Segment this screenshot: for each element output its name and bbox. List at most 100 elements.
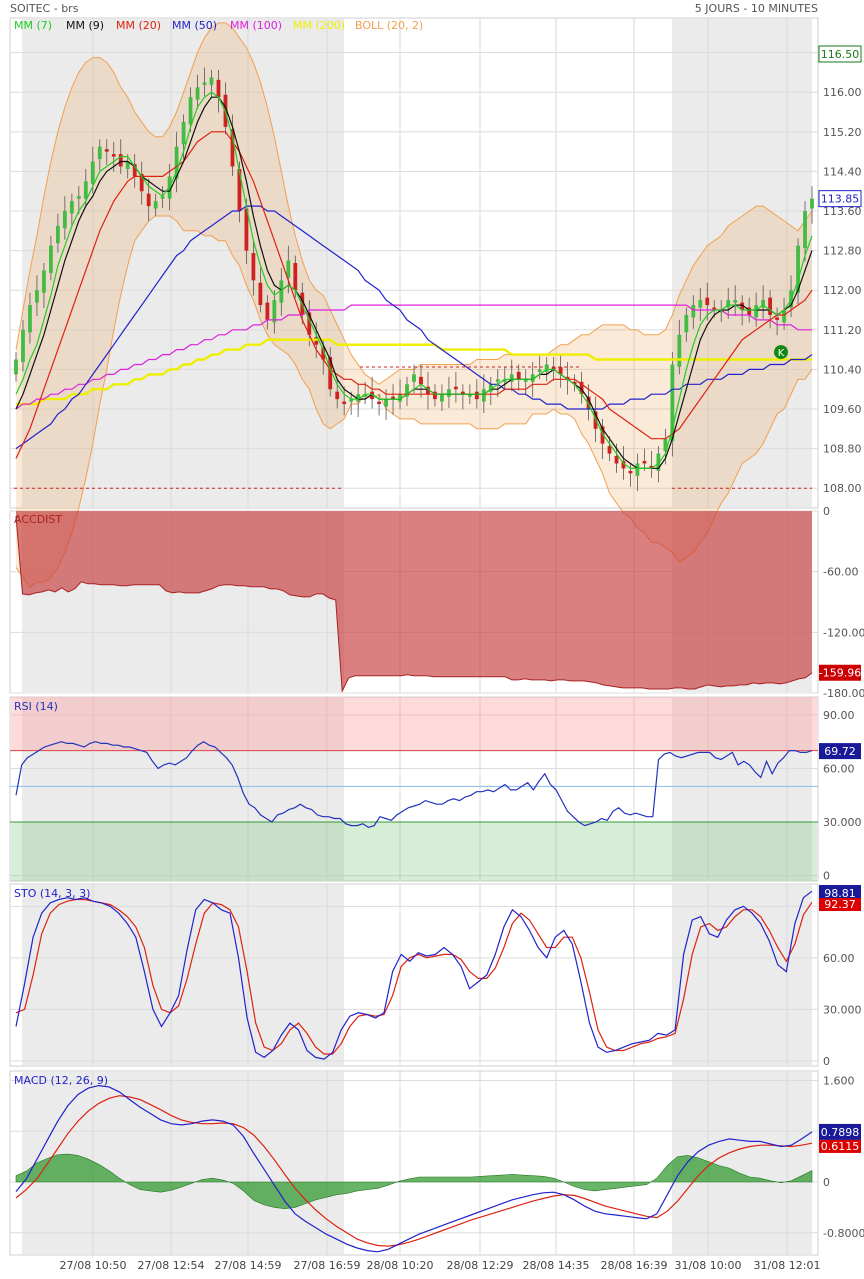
rsi-title: RSI (14) (14, 700, 58, 713)
panel-1-ytick-2: -120.00 (823, 626, 864, 639)
price-legend-2: MM (20) (116, 19, 161, 32)
candle-body-15 (118, 154, 123, 167)
macd-signal-last-label: 0.6115 (821, 1140, 860, 1153)
candle-body-9 (76, 196, 81, 199)
marker-price-label: 116.50 (821, 48, 860, 61)
candle-body-61 (440, 394, 444, 402)
x-tick-label-4: 28/08 10:20 (367, 1259, 434, 1272)
panel-4-ytick-0: 1.600 (823, 1075, 855, 1088)
candle-body-66 (474, 391, 479, 400)
macd-last-label: 0.7898 (821, 1126, 860, 1139)
panel-0-ytick-5: 112.80 (823, 245, 862, 258)
chart-root: SOITEC - brs 5 JOURS - 10 MINUTES 116.80… (0, 0, 864, 1275)
macd-title: MACD (12, 26, 9) (14, 1074, 108, 1087)
price-legend-6: BOLL (20, 2) (355, 19, 423, 32)
candle-body-99 (705, 297, 710, 306)
candle-body-3 (35, 290, 39, 303)
panel-0-ytick-1: 116.00 (823, 86, 862, 99)
sto-d-last-label: 92.37 (824, 898, 856, 911)
candle-body-97 (691, 305, 696, 318)
candle-body-24 (181, 121, 186, 145)
rsi-last-label: 69.72 (824, 745, 856, 758)
candle-body-8 (69, 201, 74, 214)
candle-body-114 (810, 198, 814, 209)
candle-body-5 (49, 245, 53, 273)
candle-body-86 (614, 456, 619, 464)
candle-body-29 (216, 79, 221, 98)
candle-body-88 (628, 470, 633, 474)
candle-body-90 (642, 460, 647, 464)
panel-3-ytick-3: 0 (823, 1055, 830, 1068)
candle-body-40 (293, 263, 298, 291)
candle-body-110 (782, 310, 786, 323)
panel-0-ytick-3: 114.40 (823, 165, 862, 178)
candle-body-57 (412, 374, 416, 382)
panel-2-ytick-3: 0 (823, 870, 830, 883)
candle-body-27 (202, 82, 207, 85)
candle-body-72 (516, 371, 521, 380)
price-legend-4: MM (100) (230, 19, 282, 32)
panel-2-ytick-0: 90.00 (823, 709, 855, 722)
candle-body-34 (251, 253, 256, 281)
x-tick-label-3: 27/08 16:59 (294, 1259, 361, 1272)
x-tick-label-5: 28/08 12:29 (447, 1259, 514, 1272)
candle-body-13 (104, 149, 109, 152)
price-legend-1: MM (9) (66, 19, 104, 32)
candle-body-95 (677, 334, 682, 367)
panel-3-ytick-2: 30.000 (823, 1003, 862, 1016)
panel-1-ytick-0: 0 (823, 505, 830, 518)
candle-body-0 (14, 359, 18, 375)
candle-body-69 (495, 379, 500, 382)
x-tick-label-8: 31/08 10:00 (675, 1259, 742, 1272)
x-tick-label-9: 31/08 12:01 (754, 1259, 821, 1272)
rsi-overbought-zone (11, 697, 817, 751)
candle-body-109 (775, 317, 779, 320)
candle-body-62 (447, 389, 451, 397)
period-label: 5 JOURS - 10 MINUTES (694, 2, 818, 15)
accdist-title: ACCDIST (14, 513, 62, 526)
candle-body-26 (195, 87, 200, 100)
x-tick-label-6: 28/08 14:35 (523, 1259, 590, 1272)
candle-body-25 (188, 97, 193, 125)
panel-1-ytick-3: -180.00 (823, 687, 864, 700)
candle-body-67 (481, 389, 486, 402)
x-tick-label-7: 28/08 16:39 (601, 1259, 668, 1272)
candle-body-46 (335, 391, 340, 400)
accdist-last-label: -159.96 (819, 667, 861, 680)
candle-body-1 (21, 329, 25, 362)
k-signal-marker-label: K (778, 348, 785, 359)
candle-body-108 (768, 297, 773, 315)
candle-body-58 (419, 376, 423, 385)
rsi-oversold-zone (11, 822, 817, 881)
chart-canvas: 116.80116.00115.20114.40113.60112.80112.… (9, 17, 864, 1272)
panel-0-ytick-2: 115.20 (823, 126, 862, 139)
candle-body-85 (607, 446, 612, 454)
candle-body-52 (377, 401, 381, 405)
panel-0-ytick-8: 110.40 (823, 363, 862, 376)
sto-title: STO (14, 3, 3) (14, 887, 90, 900)
panel-3-ytick-1: 60.00 (823, 952, 855, 965)
candle-body-47 (342, 401, 347, 405)
candle-body-4 (42, 270, 46, 293)
candle-body-6 (55, 225, 60, 244)
panel-0-ytick-7: 111.20 (823, 324, 862, 337)
panel-4-ytick-3: -0.8000 (823, 1227, 864, 1240)
candle-body-28 (209, 77, 214, 85)
candle-body-98 (698, 300, 703, 308)
candle-body-103 (733, 300, 738, 303)
panel-2-ytick-2: 30.000 (823, 816, 862, 829)
candle-body-14 (111, 154, 116, 157)
candle-body-19 (146, 193, 151, 207)
panel-2-ytick-1: 60.00 (823, 762, 855, 775)
panel-0-ytick-11: 108.00 (823, 482, 862, 495)
panel-3-session-shade-1 (672, 885, 812, 1065)
price-legend-5: MM (200) (293, 19, 345, 32)
price-legend-3: MM (50) (172, 19, 217, 32)
candle-body-37 (272, 300, 277, 323)
x-tick-label-2: 27/08 14:59 (215, 1259, 282, 1272)
x-tick-label-1: 27/08 12:54 (138, 1259, 205, 1272)
candle-body-12 (97, 146, 102, 160)
panel-0-ytick-9: 109.60 (823, 403, 862, 416)
panel-4-ytick-2: 0 (823, 1176, 830, 1189)
price-legend-0: MM (7) (14, 19, 52, 32)
